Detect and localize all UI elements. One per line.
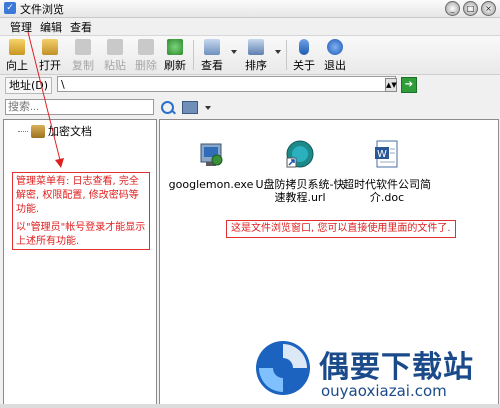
annotation-arrow — [27, 31, 64, 168]
status-bar — [0, 404, 500, 408]
